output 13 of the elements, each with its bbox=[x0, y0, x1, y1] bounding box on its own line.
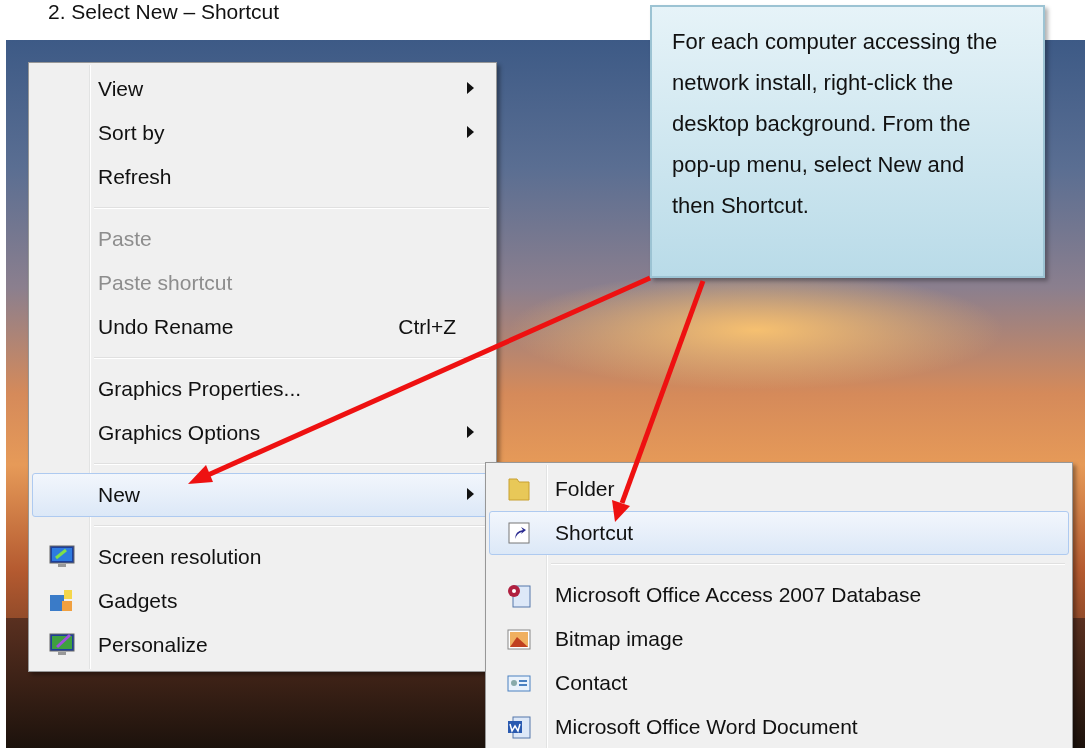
menu-item[interactable]: Undo Rename Ctrl+Z bbox=[32, 305, 493, 349]
menu-item[interactable]: Shortcut bbox=[489, 511, 1069, 555]
menu-item[interactable]: Contact bbox=[489, 661, 1069, 705]
menu-item[interactable]: Sort by bbox=[32, 111, 493, 155]
menu-item[interactable]: Graphics Options bbox=[32, 411, 493, 455]
step-heading: 2. Select New – Shortcut bbox=[47, 0, 280, 25]
menu-item[interactable]: Graphics Properties... bbox=[32, 367, 493, 411]
menu-item[interactable]: Refresh bbox=[32, 155, 493, 199]
menu-item[interactable]: Microsoft Office Access 2007 Database bbox=[489, 573, 1069, 617]
menu-item[interactable]: View bbox=[32, 67, 493, 111]
menu-item[interactable]: Microsoft Office Word Document bbox=[489, 705, 1069, 748]
menu-item[interactable]: Bitmap image bbox=[489, 617, 1069, 661]
callout-text: For each computer accessing the network install, right-click the desktop background. From the pop-up menu, select New and then Shortcut. bbox=[650, 5, 1045, 278]
